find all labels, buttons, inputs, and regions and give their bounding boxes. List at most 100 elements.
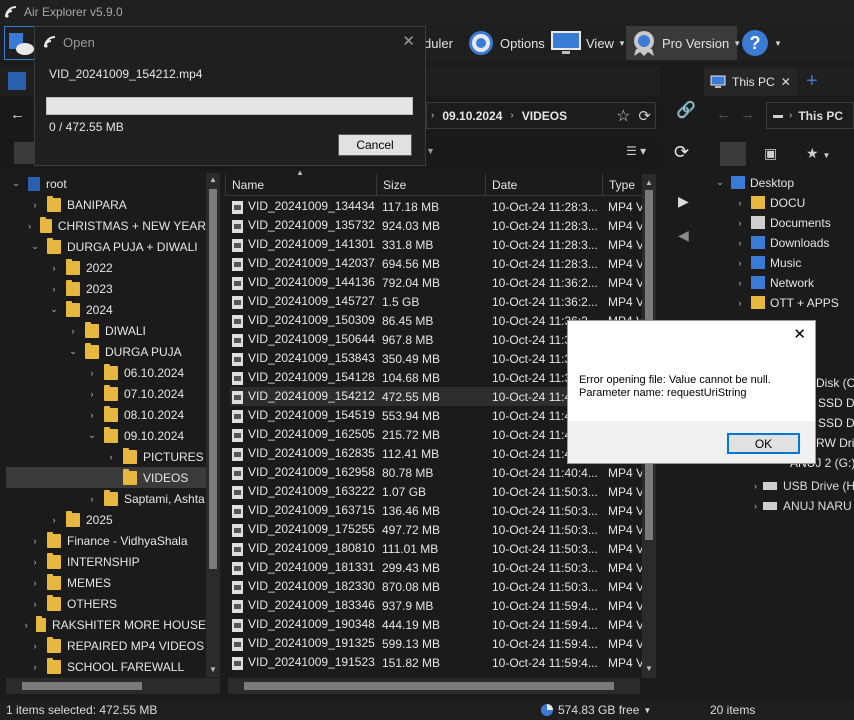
tree-item[interactable]: › 2023 (6, 278, 206, 299)
chevron-right-icon[interactable]: › (86, 368, 98, 378)
breadcrumb-item[interactable]: This PC (798, 109, 843, 123)
tree-item[interactable]: › Downloads (712, 232, 830, 253)
file-row[interactable]: VID_20241009_141301... 331.8 MB 10-Oct-24 … (230, 235, 654, 254)
file-row[interactable]: VID_20241009_134434... 117.18 MB 10-Oct-24… (230, 197, 654, 216)
sync-icon[interactable]: ⟳ (674, 142, 689, 163)
chevron-down-icon[interactable]: ▼ (645, 664, 653, 673)
chevron-down-icon[interactable]: ▼ (643, 706, 651, 715)
list-view-icon[interactable]: ☰ ▾ (626, 144, 656, 160)
file-row[interactable]: VID_20241009_191325... 599.13 MB 10-Oct-24… (230, 634, 654, 653)
file-row[interactable]: VID_20241009_145727... 1.5 GB 10-Oct-24 11… (230, 292, 654, 311)
left-tab-icon[interactable] (8, 72, 26, 90)
file-row[interactable]: VID_20241009_144136... 792.04 MB 10-Oct-24… (230, 273, 654, 292)
copy-right-arrow-icon[interactable]: ▶ (678, 193, 689, 210)
file-row[interactable]: VID_20241009_191523... 151.82 MB 10-Oct-24… (230, 653, 654, 672)
chevron-right-icon[interactable]: › (29, 200, 41, 210)
tree-item[interactable]: › MEMES (6, 572, 206, 593)
chevron-right-icon[interactable]: › (754, 501, 757, 511)
scheduler-button[interactable]: duler (424, 26, 453, 60)
chevron-right-icon[interactable]: › (734, 258, 746, 268)
tree-item[interactable]: › Network (712, 272, 815, 293)
layout-toggle-button[interactable] (720, 142, 746, 166)
file-row[interactable]: VID_20241009_190348... 444.19 MB 10-Oct-24… (230, 615, 654, 634)
tree-item[interactable]: › 07.10.2024 (6, 383, 206, 404)
tree-item[interactable]: › 08.10.2024 (6, 404, 206, 425)
drive-partial-label[interactable]: RW Driv (816, 436, 854, 450)
ok-button[interactable]: OK (727, 433, 800, 454)
close-icon[interactable]: ✕ (793, 325, 806, 343)
chevron-right-icon[interactable]: › (734, 198, 746, 208)
tree-item[interactable]: ⌄ root (6, 173, 206, 194)
tree-item[interactable]: › 06.10.2024 (6, 362, 206, 383)
forward-arrow-icon[interactable]: → (740, 107, 755, 122)
chevron-right-icon[interactable]: › (29, 599, 41, 609)
chevron-right-icon[interactable]: › (29, 536, 41, 546)
tree-item[interactable]: › 2022 (6, 257, 206, 278)
tree-h-scrollbar-thumb[interactable] (22, 682, 142, 690)
new-folder-icon[interactable]: ▣ (764, 145, 777, 162)
file-list-h-scrollbar-thumb[interactable] (244, 682, 614, 690)
tree-item[interactable]: ⌄ 09.10.2024 (6, 425, 206, 446)
tree-item[interactable]: ⌄ DURGA PUJA + DIWALI (6, 236, 206, 257)
back-arrow-icon[interactable]: ← (716, 107, 731, 122)
drive-partial-label[interactable]: Disk (C (816, 376, 854, 390)
file-row[interactable]: VID_20241009_163222... 1.07 GB 10-Oct-24 1… (230, 482, 654, 501)
chevron-right-icon[interactable]: › (29, 578, 41, 588)
close-icon[interactable]: ✕ (402, 32, 415, 50)
layout-toggle-button[interactable] (14, 142, 36, 164)
breadcrumb-item[interactable]: 09.10.2024 (442, 109, 502, 123)
tree-item[interactable]: › Music (712, 252, 802, 273)
chevron-right-icon[interactable]: › (67, 326, 79, 336)
file-row[interactable]: VID_20241009_183346... 937.9 MB 10-Oct-24 … (230, 596, 654, 615)
link-icon[interactable]: 🔗 (676, 100, 696, 120)
copy-left-arrow-icon[interactable]: ◀ (678, 227, 689, 244)
chevron-right-icon[interactable]: › (22, 620, 30, 630)
tree-item-anuj-naru[interactable]: › ANUJ NARU (754, 496, 852, 516)
chevron-right-icon[interactable]: › (86, 410, 98, 420)
column-header-type[interactable]: Type (602, 174, 642, 196)
tree-item[interactable]: › DOCU (712, 192, 806, 213)
tree-item[interactable]: › INTERNSHIP (6, 551, 206, 572)
chevron-right-icon[interactable]: › (29, 557, 41, 567)
chevron-down-icon[interactable]: ▼ (209, 665, 217, 674)
file-row[interactable]: VID_20241009_182330... 870.08 MB 10-Oct-24… (230, 577, 654, 596)
tree-item[interactable]: › OTT + APPS (712, 292, 839, 313)
chevron-right-icon[interactable]: › (29, 662, 41, 672)
chevron-down-icon[interactable]: ⌄ (48, 304, 60, 315)
chevron-right-icon[interactable]: › (734, 298, 746, 308)
file-row[interactable]: VID_20241009_163715... 136.46 MB 10-Oct-24… (230, 501, 654, 520)
file-row[interactable]: VID_20241009_135732... 924.03 MB 10-Oct-24… (230, 216, 654, 235)
file-row[interactable]: VID_20241009_180810... 111.01 MB 10-Oct-24… (230, 539, 654, 558)
file-list-h-scrollbar[interactable] (228, 678, 640, 694)
chevron-right-icon[interactable]: › (86, 494, 98, 504)
chevron-right-icon[interactable]: › (29, 641, 41, 651)
column-header-date[interactable]: Date (485, 174, 603, 196)
chevron-right-icon[interactable]: › (86, 389, 98, 399)
file-row[interactable]: VID_20241009_142037... 694.56 MB 10-Oct-24… (230, 254, 654, 273)
column-header-name[interactable]: Name (225, 174, 375, 196)
file-row[interactable]: VID_20241009_175255... 497.72 MB 10-Oct-24… (230, 520, 654, 539)
breadcrumb-item[interactable]: VIDEOS (522, 109, 567, 123)
back-arrow-icon[interactable]: ← (10, 107, 25, 122)
cancel-button[interactable]: Cancel (338, 134, 412, 156)
tree-scrollbar[interactable]: ▲ ▼ (206, 173, 220, 677)
column-header-size[interactable]: Size (376, 174, 486, 196)
tree-item[interactable]: › BANIPARA (6, 194, 206, 215)
help-button[interactable]: ? ▼ (740, 26, 782, 60)
chevron-right-icon[interactable]: › (734, 238, 746, 248)
file-row[interactable]: VID_20241009_181331... 299.43 MB 10-Oct-24… (230, 558, 654, 577)
refresh-icon[interactable]: ⟳ (638, 107, 651, 125)
chevron-right-icon[interactable]: › (48, 263, 60, 273)
tree-item[interactable]: ⌄ Desktop (712, 172, 794, 193)
chevron-right-icon[interactable]: › (25, 221, 35, 231)
tree-item[interactable]: › CHRISTMAS + NEW YEAR (6, 215, 206, 236)
tree-item[interactable]: › Saptami, Ashta (6, 488, 206, 509)
cloud-sync-button[interactable] (4, 26, 38, 60)
chevron-down-icon[interactable]: ⌄ (29, 241, 41, 252)
options-button[interactable]: Options (466, 26, 545, 60)
tree-item[interactable]: › OTHERS (6, 593, 206, 614)
view-button[interactable]: View ▼ (550, 26, 626, 60)
tab-this-pc[interactable]: This PC ✕ (704, 68, 797, 96)
tree-h-scrollbar[interactable] (6, 678, 220, 694)
tree-item[interactable]: › RAKSHITER MORE HOUSE (6, 614, 206, 635)
